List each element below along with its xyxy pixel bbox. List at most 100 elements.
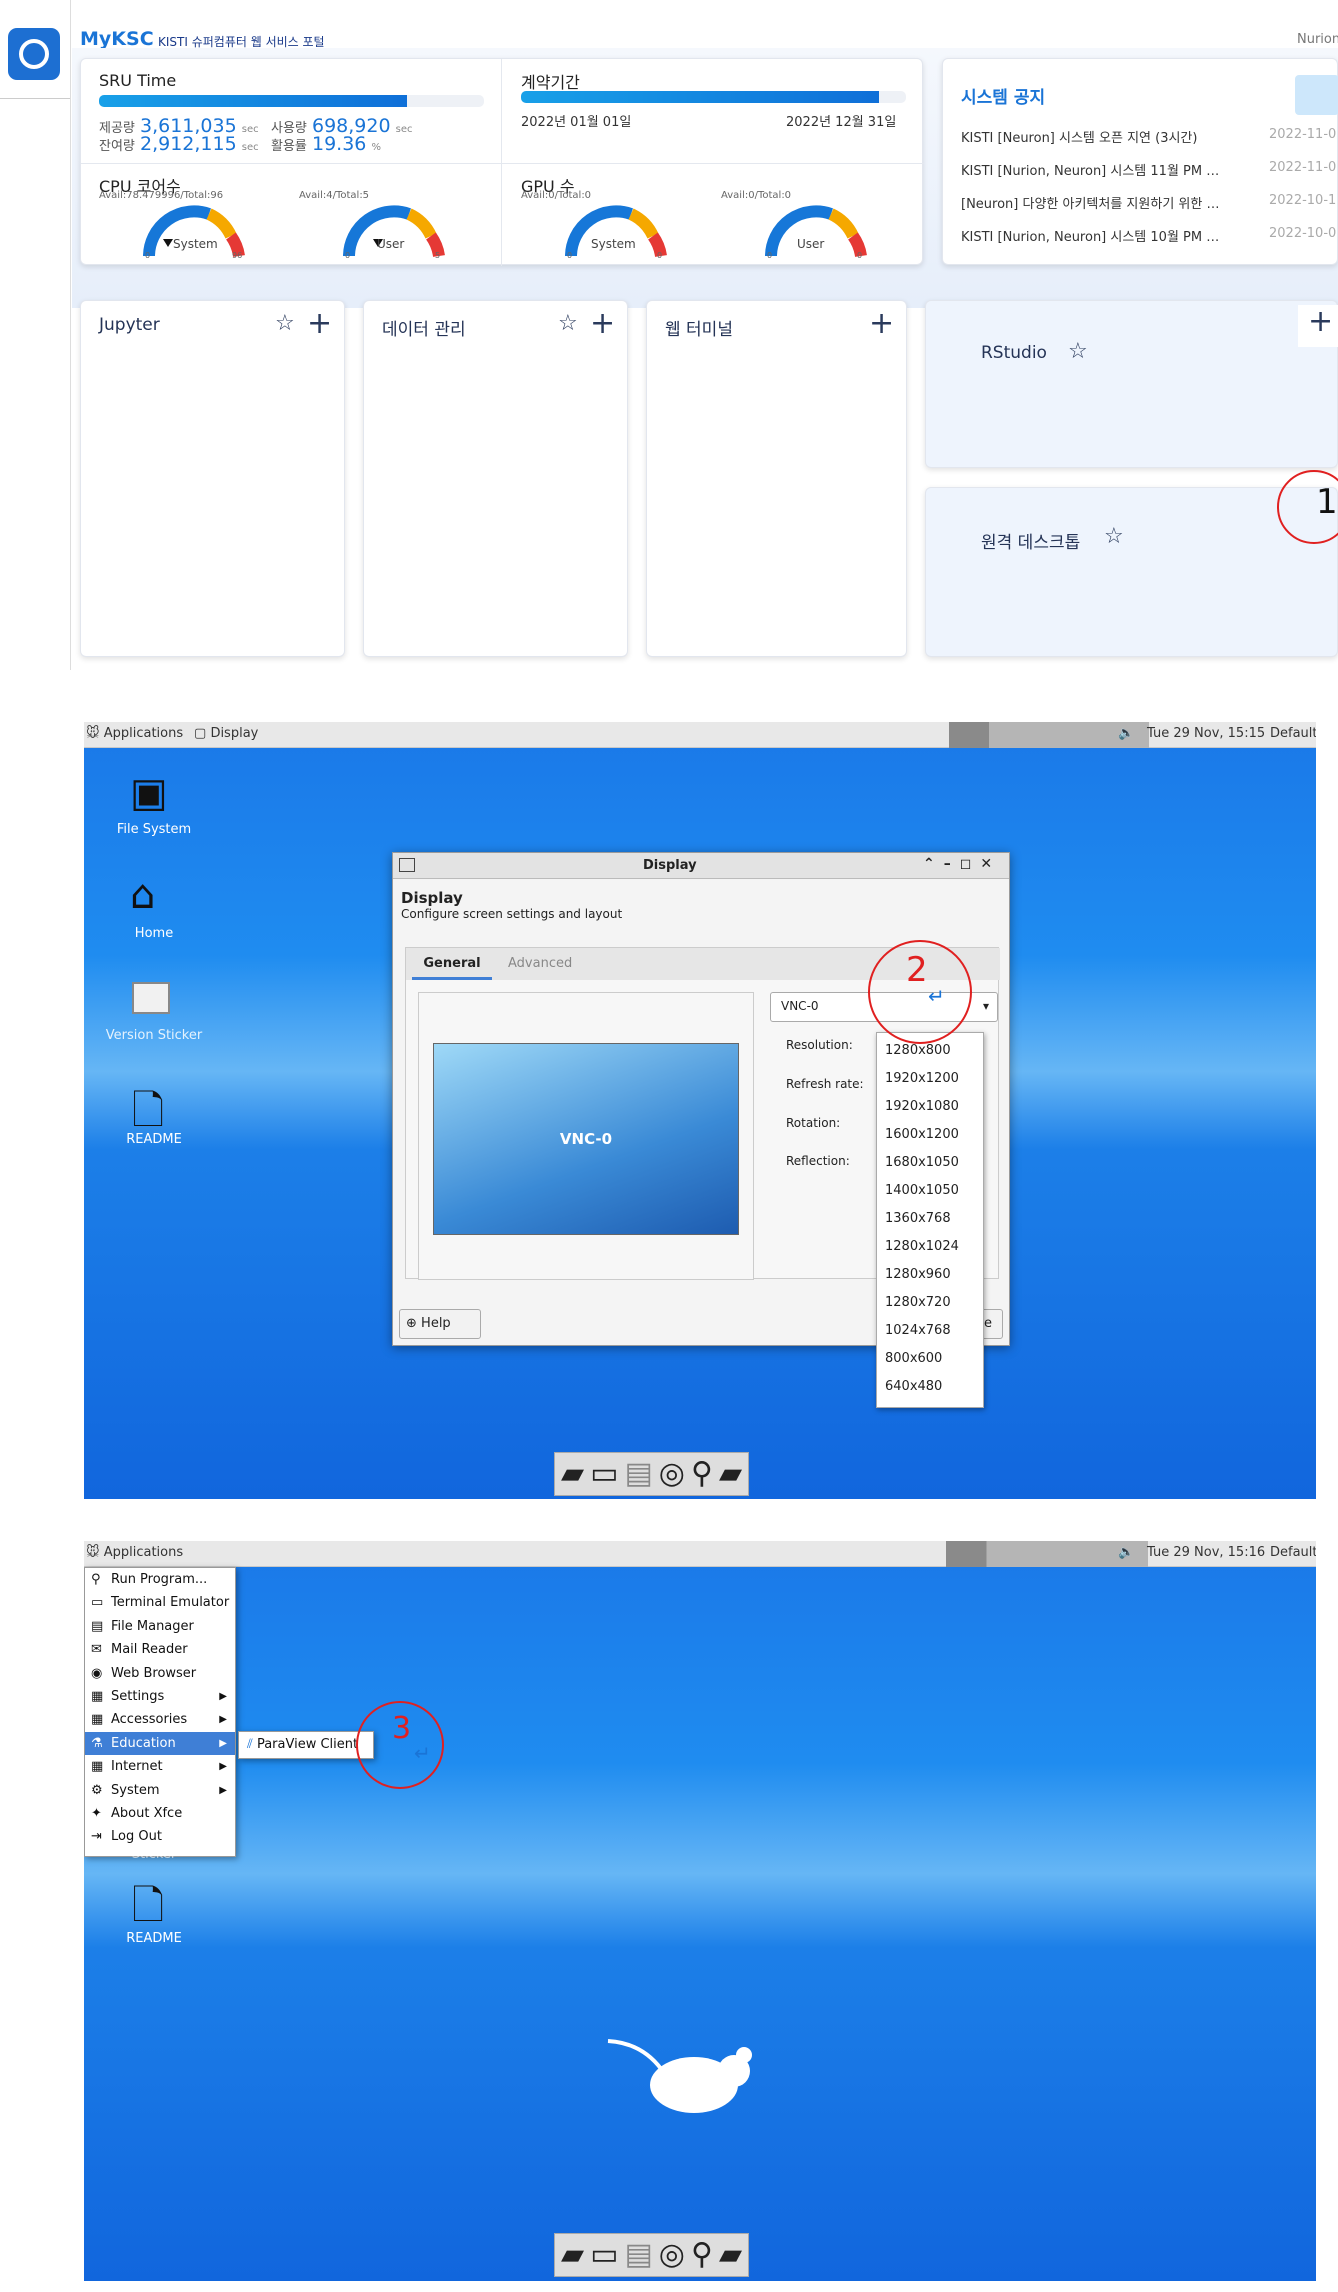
tab-advanced[interactable]: Advanced — [508, 956, 572, 971]
resolution-option[interactable]: 1600x1200 — [877, 1121, 983, 1149]
folder-icon[interactable]: ▰ — [719, 1459, 742, 1489]
contract-start: 2022년 01월 01일 — [521, 115, 632, 130]
star-icon[interactable]: ☆ — [558, 313, 578, 335]
star-icon[interactable]: ☆ — [1104, 526, 1124, 548]
monitor-select-value: VNC-0 — [781, 999, 819, 1013]
resolution-option[interactable]: 640x480 — [877, 1373, 983, 1401]
sru-progress-bar — [99, 95, 484, 107]
taskbar-window-display[interactable]: ▢ Display — [194, 726, 258, 741]
sticker-label: Sticker — [131, 1847, 177, 1862]
file-cabinet-icon[interactable]: ▤ — [624, 2240, 652, 2270]
app-card-remote-desktop[interactable]: 원격 데스크톱 ☆ — [925, 487, 1338, 657]
notice-item-text[interactable]: KISTI [Nurion, Neuron] 시스템 10월 PM … — [961, 226, 1219, 245]
resolution-option[interactable]: 1920x1080 — [877, 1093, 983, 1121]
dialog-description: Configure screen settings and layout — [401, 907, 623, 921]
user-menu[interactable]: Default — [1270, 1545, 1316, 1560]
resolution-option[interactable]: 1360x768 — [877, 1205, 983, 1233]
notice-item-date: 2022-10-1 — [1269, 193, 1337, 208]
app-card-jupyter[interactable]: Jupyter ☆ + — [80, 300, 345, 657]
resolution-option[interactable]: 1920x1200 — [877, 1065, 983, 1093]
app-card-rstudio[interactable]: RStudio ☆ + — [925, 300, 1338, 468]
submenu-arrow-icon: ▶ — [219, 1737, 227, 1749]
resolution-option[interactable]: 1280x720 — [877, 1289, 983, 1317]
tab-general[interactable]: General — [412, 956, 492, 980]
cpu-system-max: 96 — [232, 251, 243, 260]
menu-item-log-out[interactable]: ⇥ Log Out — [85, 1825, 235, 1848]
submenu-item-paraview[interactable]: ⫽ ParaView Client — [247, 1737, 365, 1752]
sru-progress-fill — [99, 95, 407, 107]
app-card-data[interactable]: 데이터 관리 ☆ + — [363, 300, 628, 657]
menu-item-web-browser[interactable]: ◉ Web Browser — [85, 1662, 235, 1685]
system-selector[interactable]: Nurion — [1297, 32, 1338, 47]
notice-item-text[interactable]: [Neuron] 다양한 아키텍처를 지원하기 위한 … — [961, 193, 1219, 212]
menu-item-accessories[interactable]: ▦ Accessories ▶ — [85, 1708, 235, 1731]
resolution-option[interactable]: 1680x1050 — [877, 1149, 983, 1177]
contract-progress-bar — [521, 91, 906, 103]
menu-item-file-manager[interactable]: ▤ File Manager — [85, 1615, 235, 1638]
help-button[interactable]: ⊕ Help — [399, 1309, 481, 1339]
folder-icon[interactable]: ▰ — [561, 2240, 584, 2270]
terminal-icon[interactable]: ▭ — [590, 2240, 618, 2270]
app-card-title: 데이터 관리 — [382, 320, 466, 340]
menu-item-education[interactable]: ⚗ Education ▶ — [85, 1731, 235, 1756]
terminal-icon[interactable]: ▭ — [590, 1459, 618, 1489]
gpu-user-min: 0 — [767, 251, 773, 260]
sru-remain: 잔여량 2,912,115 sec — [99, 133, 259, 155]
monitor-preview[interactable]: VNC-0 — [433, 1043, 739, 1235]
web-browser-icon[interactable]: ◎ — [659, 1459, 685, 1489]
menu-item-icon: ▦ — [91, 1688, 104, 1704]
home-icon[interactable]: ⌂ — [130, 872, 155, 918]
submenu-arrow-icon: ▶ — [219, 1714, 227, 1726]
menu-item-mail-reader[interactable]: ✉ Mail Reader — [85, 1638, 235, 1661]
star-icon[interactable]: ☆ — [275, 313, 295, 335]
menu-item-label: Terminal Emulator — [111, 1595, 230, 1611]
submenu-arrow-icon: ▶ — [219, 1690, 227, 1702]
search-icon[interactable]: ⚲ — [691, 2240, 713, 2270]
plus-icon[interactable]: + — [307, 309, 332, 339]
volume-icon[interactable]: 🔈 — [1118, 726, 1134, 741]
cpu-system-min: 0 — [145, 251, 151, 260]
applications-menu-button[interactable]: 🐭 Applications — [86, 726, 183, 741]
xfce-mouse-icon: 🐭 — [86, 1545, 100, 1560]
file-cabinet-icon[interactable]: ▤ — [624, 1459, 652, 1489]
file-system-icon[interactable]: ▣ — [130, 770, 168, 816]
plus-button[interactable]: + — [1298, 305, 1338, 347]
submenu-arrow-icon: ▶ — [219, 1761, 227, 1773]
cpu-system-label: System — [173, 237, 218, 251]
menu-item-about-xfce[interactable]: ✦ About Xfce — [85, 1802, 235, 1825]
xfce-desktop-display: 🐭 Applications ▢ Display 🔈 Tue 29 Nov, 1… — [84, 722, 1316, 1499]
resolution-option[interactable]: 1280x960 — [877, 1261, 983, 1289]
volume-icon[interactable]: 🔈 — [1118, 1545, 1134, 1560]
menu-item-system[interactable]: ⚙ System ▶ — [85, 1779, 235, 1802]
sru-remain-unit: sec — [241, 142, 259, 153]
user-menu[interactable]: Default — [1270, 726, 1316, 741]
star-icon[interactable]: ☆ — [1068, 341, 1088, 363]
menu-item-label: System — [111, 1782, 160, 1798]
app-card-title: Jupyter — [99, 315, 160, 335]
folder-icon[interactable]: ▰ — [719, 2240, 742, 2270]
plus-icon[interactable]: + — [590, 309, 615, 339]
notice-item-text[interactable]: KISTI [Neuron] 시스템 오픈 지연 (3시간) — [961, 127, 1197, 146]
resolution-option[interactable]: 1280x1024 — [877, 1233, 983, 1261]
sru-used-unit: sec — [395, 124, 413, 135]
notice-item-date: 2022-11-0 — [1269, 127, 1337, 142]
resolution-option[interactable]: 1400x1050 — [877, 1177, 983, 1205]
app-card-terminal[interactable]: 웹 터미널 + — [646, 300, 907, 657]
plus-icon[interactable]: + — [869, 309, 894, 339]
menu-item-icon: ✦ — [91, 1805, 102, 1821]
brand-name[interactable]: MyKSC — [80, 28, 154, 50]
sticker-icon[interactable] — [132, 982, 170, 1014]
resolution-option[interactable]: 800x600 — [877, 1345, 983, 1373]
folder-icon[interactable]: ▰ — [561, 1459, 584, 1489]
web-browser-icon[interactable]: ◎ — [659, 2240, 685, 2270]
window-menu-icon[interactable] — [399, 858, 415, 872]
search-icon[interactable]: ⚲ — [691, 1459, 713, 1489]
applications-menu-button[interactable]: 🐭 Applications — [86, 1545, 183, 1560]
menu-item-internet[interactable]: ▦ Internet ▶ — [85, 1755, 235, 1778]
menu-item-terminal-emulator[interactable]: ▭ Terminal Emulator — [85, 1591, 235, 1614]
notice-item-text[interactable]: KISTI [Nurion, Neuron] 시스템 11월 PM … — [961, 160, 1219, 179]
menu-item-settings[interactable]: ▦ Settings ▶ — [85, 1685, 235, 1708]
window-controls[interactable]: ⌃–◻✕ — [923, 856, 1001, 872]
resolution-option[interactable]: 1024x768 — [877, 1317, 983, 1345]
menu-item-run-program[interactable]: ⚲ Run Program... — [85, 1568, 235, 1591]
